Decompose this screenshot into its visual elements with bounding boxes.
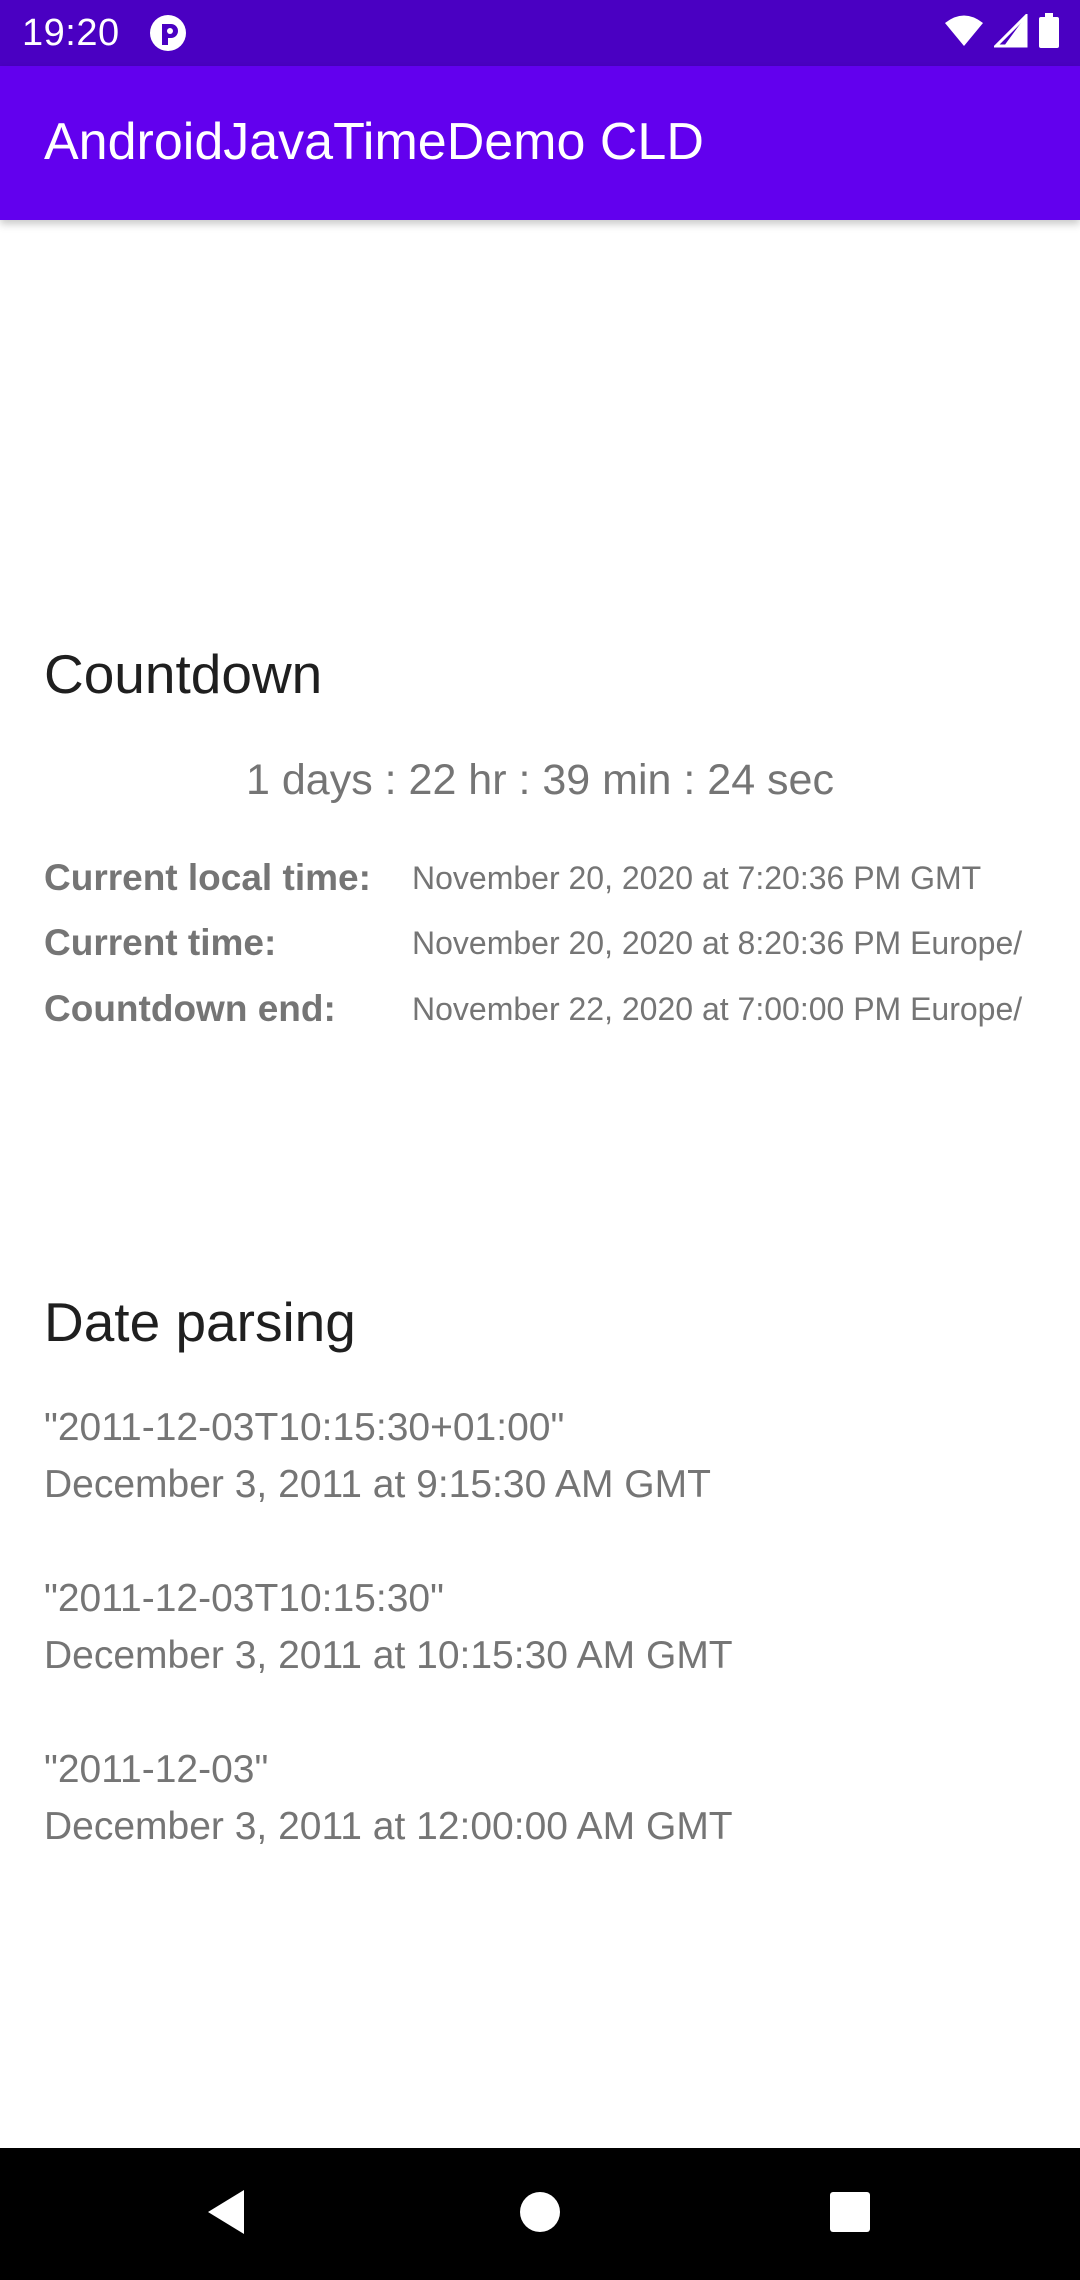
countdown-value: 1 days : 22 hr : 39 min : 24 sec <box>246 756 834 804</box>
countdown-title: Countdown <box>44 643 323 705</box>
countdown-end-row: Countdown end: November 22, 2020 at 7:00… <box>44 984 1036 1034</box>
app-notification-icon <box>148 13 188 53</box>
current-local-time-label: Current local time: <box>44 857 371 898</box>
app-title: AndroidJavaTimeDemo CLD <box>44 113 704 171</box>
parse-output: December 3, 2011 at 10:15:30 AM GMT <box>44 1634 733 1677</box>
parse-item: "2011-12-03T10:15:30+01:00" December 3, … <box>44 1399 1036 1513</box>
status-time: 19:20 <box>22 12 120 54</box>
current-local-time-value: November 20, 2020 at 7:20:36 PM GMT <box>412 860 982 896</box>
date-parsing-title: Date parsing <box>44 1291 356 1353</box>
countdown-end-label: Countdown end: <box>44 988 336 1029</box>
parse-input: "2011-12-03T10:15:30+01:00" <box>44 1406 565 1449</box>
status-icons <box>944 11 1060 54</box>
status-bar: 19:20 <box>0 0 1080 66</box>
parse-input: "2011-12-03T10:15:30" <box>44 1577 444 1620</box>
navigation-bar <box>0 2148 1080 2280</box>
parse-item: "2011-12-03" December 3, 2011 at 12:00:0… <box>44 1741 1036 1855</box>
cell-signal-icon <box>992 11 1028 53</box>
current-time-row: Current time: November 20, 2020 at 8:20:… <box>44 918 1036 968</box>
back-icon <box>204 2188 248 2241</box>
home-icon <box>518 2190 562 2239</box>
back-button[interactable] <box>186 2174 266 2254</box>
battery-icon <box>1038 12 1060 54</box>
recents-button[interactable] <box>810 2174 890 2254</box>
parse-output: December 3, 2011 at 12:00:00 AM GMT <box>44 1805 733 1848</box>
wifi-icon <box>944 14 984 53</box>
app-bar: AndroidJavaTimeDemo CLD <box>0 66 1080 220</box>
parse-output: December 3, 2011 at 9:15:30 AM GMT <box>44 1463 711 1506</box>
home-button[interactable] <box>500 2174 580 2254</box>
current-time-label: Current time: <box>44 922 277 963</box>
countdown-end-value: November 22, 2020 at 7:00:00 PM Europe/ <box>412 991 1023 1027</box>
parse-input: "2011-12-03" <box>44 1748 269 1791</box>
recents-icon <box>828 2190 872 2239</box>
current-time-value: November 20, 2020 at 8:20:36 PM Europe/ <box>412 925 1023 961</box>
current-local-time-row: Current local time: November 20, 2020 at… <box>44 853 1036 903</box>
parse-item: "2011-12-03T10:15:30" December 3, 2011 a… <box>44 1570 1036 1684</box>
